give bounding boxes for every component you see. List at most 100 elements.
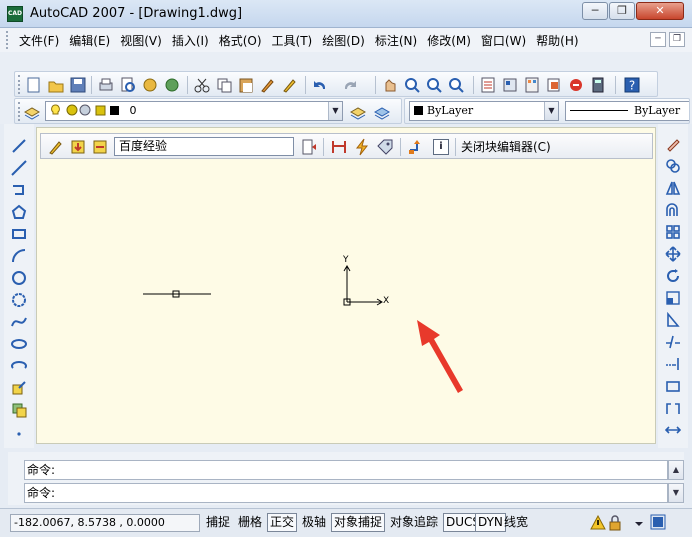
stretch-icon[interactable] [665, 312, 681, 328]
scale-icon[interactable] [665, 290, 681, 306]
redo-icon[interactable] [341, 76, 359, 94]
menu-view[interactable]: 视图(V) [115, 32, 167, 49]
drawing-area[interactable]: 百度经验 i 关闭块编辑器(C) Y X [36, 127, 656, 444]
minimize-button[interactable]: ─ [582, 2, 608, 20]
copy-icon[interactable] [215, 76, 233, 94]
line-icon[interactable] [11, 138, 27, 154]
plot-icon[interactable] [163, 76, 181, 94]
sheet-set-icon[interactable] [545, 76, 563, 94]
paste-icon[interactable] [237, 76, 255, 94]
lock-icon[interactable] [608, 515, 622, 531]
trim-icon[interactable] [665, 334, 681, 350]
open-folder-icon[interactable] [47, 76, 65, 94]
extend-icon[interactable] [665, 356, 681, 372]
grid-toggle[interactable]: 栅格 [235, 513, 265, 532]
menu-grip[interactable] [6, 31, 10, 49]
design-center-icon[interactable] [501, 76, 519, 94]
polygon-icon[interactable] [11, 204, 27, 220]
chamfer-icon[interactable] [665, 422, 681, 438]
toolbar-grip[interactable] [18, 75, 21, 94]
color-dropdown[interactable]: ByLayer ▼ [409, 101, 559, 121]
move-icon[interactable] [665, 246, 681, 262]
command-input-line[interactable]: 命令: [24, 483, 668, 503]
toolbar-separator [91, 76, 92, 94]
array-icon[interactable] [665, 224, 681, 240]
toolbar-grip[interactable] [18, 102, 21, 121]
layer-manager-icon[interactable] [23, 103, 41, 121]
rectangle-icon[interactable] [11, 226, 27, 242]
markup-icon[interactable] [567, 76, 585, 94]
doc-minimize-button[interactable]: ─ [650, 32, 666, 47]
chevron-down-icon[interactable]: ▼ [544, 102, 558, 120]
save-icon[interactable] [69, 76, 87, 94]
linetype-dropdown[interactable]: ByLayer [565, 101, 689, 121]
chevron-down-icon[interactable]: ▼ [328, 102, 342, 120]
spline-icon[interactable] [11, 314, 27, 330]
match-properties-icon[interactable] [259, 76, 277, 94]
polyline-icon[interactable] [11, 182, 27, 198]
doc-restore-button[interactable]: ❐ [669, 32, 685, 47]
ortho-toggle[interactable]: 正交 [267, 513, 298, 532]
tool-palettes-icon[interactable] [523, 76, 541, 94]
communication-center-icon[interactable] [590, 515, 606, 531]
insert-block-icon[interactable] [11, 380, 27, 396]
arc-icon[interactable] [11, 248, 27, 264]
make-block-icon[interactable] [11, 402, 27, 418]
pan-icon[interactable] [381, 76, 399, 94]
coordinate-display[interactable]: -182.0067, 8.5738 , 0.0000 [10, 514, 200, 532]
erase-icon[interactable] [665, 136, 681, 152]
publish-icon[interactable] [141, 76, 159, 94]
construction-line-icon[interactable] [11, 160, 27, 176]
ellipse-icon[interactable] [11, 336, 27, 352]
point-icon[interactable] [11, 424, 27, 440]
layer-previous-icon[interactable] [373, 103, 391, 121]
layer-dropdown[interactable]: 0 ▼ [45, 101, 343, 121]
status-menu-chevron-down-icon[interactable] [634, 519, 644, 529]
menu-edit[interactable]: 编辑(E) [64, 32, 115, 49]
calculator-icon[interactable] [589, 76, 607, 94]
zoom-window-icon[interactable] [425, 76, 443, 94]
menu-draw[interactable]: 绘图(D) [317, 32, 370, 49]
clean-screen-icon[interactable] [650, 514, 666, 530]
circle-icon[interactable] [11, 270, 27, 286]
break-icon[interactable] [665, 378, 681, 394]
menu-format[interactable]: 格式(O) [214, 32, 267, 49]
restore-button[interactable]: ❐ [609, 2, 635, 20]
cut-icon[interactable] [193, 76, 211, 94]
join-icon[interactable] [665, 400, 681, 416]
menu-dimension[interactable]: 标注(N) [370, 32, 422, 49]
polar-toggle[interactable]: 极轴 [299, 513, 329, 532]
snap-toggle[interactable]: 捕捉 [203, 513, 233, 532]
revision-cloud-icon[interactable] [11, 292, 27, 308]
menu-insert[interactable]: 插入(I) [167, 32, 214, 49]
menu-tools[interactable]: 工具(T) [267, 32, 318, 49]
make-layer-current-icon[interactable] [349, 103, 367, 121]
zoom-realtime-icon[interactable] [403, 76, 421, 94]
menu-help[interactable]: 帮助(H) [531, 32, 583, 49]
toolbar-separator [187, 76, 188, 94]
print-preview-icon[interactable] [119, 76, 137, 94]
ellipse-arc-icon[interactable] [11, 358, 27, 374]
menu-file[interactable]: 文件(F) [14, 32, 64, 49]
menu-window[interactable]: 窗口(W) [476, 32, 531, 49]
zoom-previous-icon[interactable] [447, 76, 465, 94]
lineweight-toggle[interactable]: 线宽 [501, 513, 531, 532]
command-history-line: 命令: [24, 460, 668, 480]
block-editor-icon[interactable] [281, 76, 299, 94]
offset-icon[interactable] [665, 202, 681, 218]
undo-icon[interactable] [311, 76, 329, 94]
print-icon[interactable] [97, 76, 115, 94]
autocad-app-icon[interactable]: CAD [7, 6, 23, 22]
command-scroll-up-button[interactable]: ▲ [668, 460, 684, 480]
osnap-toggle[interactable]: 对象捕捉 [331, 513, 386, 532]
menu-modify[interactable]: 修改(M) [422, 32, 476, 49]
command-scroll-down-button[interactable]: ▼ [668, 483, 684, 503]
new-file-icon[interactable] [25, 76, 43, 94]
properties-icon[interactable] [479, 76, 497, 94]
help-icon[interactable]: ? [623, 76, 641, 94]
close-button[interactable]: ✕ [636, 2, 684, 20]
otrack-toggle[interactable]: 对象追踪 [387, 513, 441, 532]
mirror-icon[interactable] [665, 180, 681, 196]
rotate-icon[interactable] [665, 268, 681, 284]
copy-object-icon[interactable] [665, 158, 681, 174]
